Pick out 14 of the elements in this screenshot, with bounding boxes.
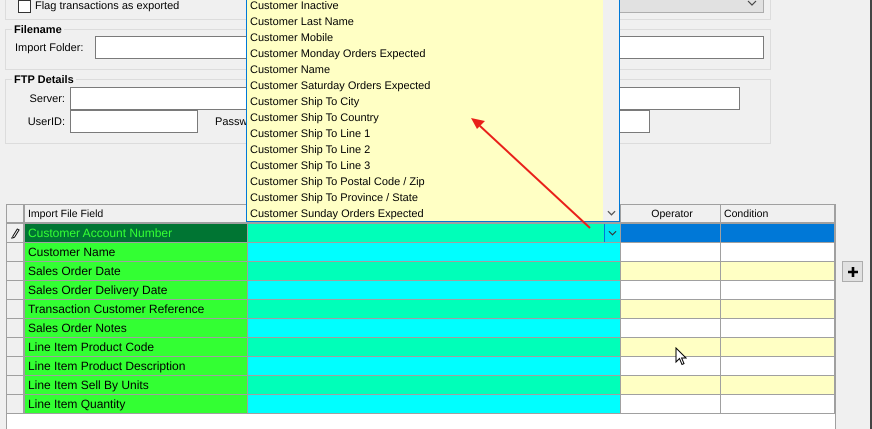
table-cell: Line Item Quantity bbox=[25, 395, 248, 414]
table-cell: Customer Name bbox=[25, 243, 248, 262]
checkbox-label: Flag transactions as exported bbox=[35, 0, 180, 12]
table-cell: Sales Order Delivery Date bbox=[25, 281, 248, 300]
field-label: Import Folder: bbox=[15, 42, 84, 54]
table-cell: Line Item Product Description bbox=[25, 357, 248, 376]
table-cell: Sales Order Notes bbox=[25, 319, 248, 338]
table-cell: Line Item Product Code bbox=[25, 338, 248, 357]
table-cell: Transaction Customer Reference bbox=[25, 300, 248, 319]
table-cell: Customer Account Number bbox=[25, 224, 248, 243]
field-label: UserID: bbox=[26, 116, 66, 128]
table-cell: Line Item Sell By Units bbox=[25, 376, 248, 395]
table-cell: Sales Order Date bbox=[25, 262, 248, 281]
field-label: Server: bbox=[28, 92, 66, 104]
